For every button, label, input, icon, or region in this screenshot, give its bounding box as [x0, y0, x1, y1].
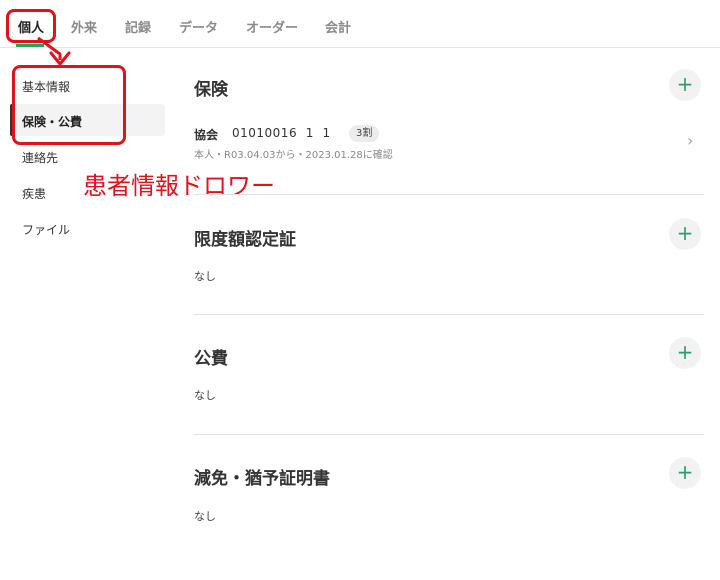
annotation-box-sidebar	[12, 65, 126, 145]
insurance-number: 01010016 1 1	[232, 126, 331, 140]
insurance-detail: 本人・R03.04.03から・2023.01.28に確認	[194, 150, 393, 161]
sidebar-item-contact[interactable]: 連絡先	[22, 149, 58, 166]
top-tab-bar: 個人 外来 記録 データ オーダー 会計	[0, 0, 720, 48]
annotation-box-tab	[6, 9, 56, 43]
add-insurance-button[interactable]: +	[669, 69, 701, 101]
tab-data[interactable]: データ	[179, 17, 218, 36]
add-reduction-certificate-button[interactable]: +	[669, 457, 701, 489]
tab-records[interactable]: 記録	[125, 17, 151, 36]
annotation-label: 患者情報ドロワー	[83, 172, 275, 200]
add-public-expense-button[interactable]: +	[669, 337, 701, 369]
sidebar-item-disease[interactable]: 疾患	[22, 185, 46, 202]
divider	[194, 434, 704, 435]
limit-certificate-empty: なし	[194, 270, 216, 283]
section-title-insurance: 保険	[194, 80, 228, 100]
section-title-public-expense: 公費	[194, 349, 228, 369]
divider	[194, 314, 704, 315]
section-title-limit-certificate: 限度額認定証	[194, 230, 296, 250]
insurance-entry-row[interactable]: 協会 01010016 1 1 3割 本人・R03.04.03から・2023.0…	[194, 123, 704, 163]
public-expense-empty: なし	[194, 389, 216, 402]
chevron-right-icon: ›	[687, 131, 694, 150]
sidebar-item-file[interactable]: ファイル	[22, 221, 70, 238]
reduction-certificate-empty: なし	[194, 510, 216, 523]
tab-outpatient[interactable]: 外来	[71, 17, 97, 36]
copay-badge: 3割	[349, 125, 380, 142]
active-tab-indicator	[16, 44, 44, 47]
section-title-reduction-certificate: 減免・猶予証明書	[194, 469, 330, 489]
insurance-name: 協会	[194, 128, 219, 142]
tab-order[interactable]: オーダー	[246, 17, 298, 36]
add-limit-certificate-button[interactable]: +	[669, 218, 701, 250]
divider	[194, 194, 704, 195]
tab-accounting[interactable]: 会計	[325, 17, 351, 36]
